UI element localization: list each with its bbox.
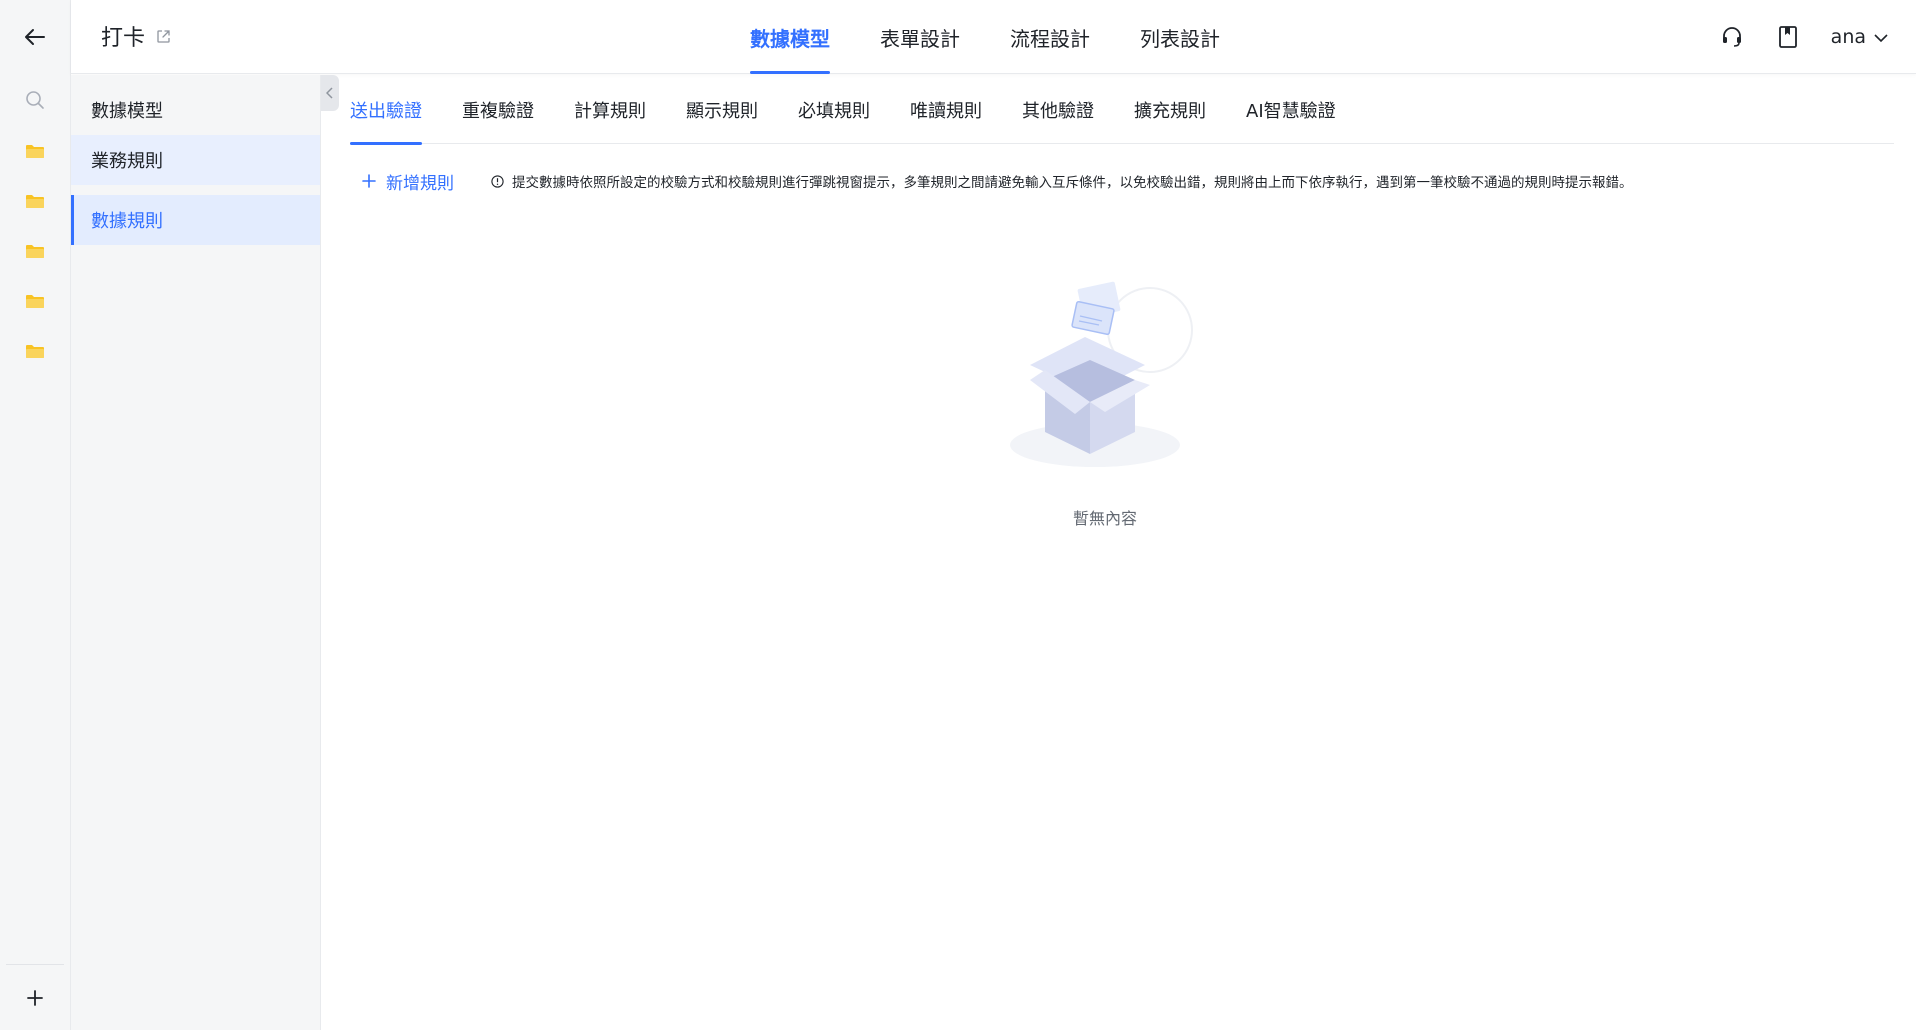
- secondary-sidebar: 數據模型 業務規則 數據規則: [71, 75, 321, 1030]
- tab-extension-rules[interactable]: 擴充規則: [1134, 75, 1206, 144]
- folder-icon[interactable]: [25, 343, 45, 359]
- user-menu[interactable]: ana: [1831, 26, 1888, 48]
- collapse-sidebar-button[interactable]: [321, 75, 339, 111]
- chevron-left-icon: [326, 87, 333, 99]
- rail-divider: [6, 964, 64, 965]
- folder-icon[interactable]: [25, 293, 45, 309]
- info-icon: [490, 174, 504, 188]
- search-icon[interactable]: [23, 88, 47, 112]
- tab-form-design[interactable]: 表單設計: [880, 0, 960, 74]
- tab-calculation-rules[interactable]: 計算規則: [574, 75, 646, 144]
- empty-box-illustration: [1010, 281, 1193, 467]
- tab-required-rules[interactable]: 必填規則: [798, 75, 870, 144]
- hint-message: 提交數據時依照所設定的校驗方式和校驗規則進行彈跳視窗提示，多筆規則之間請避免輸入…: [512, 175, 1633, 191]
- add-rule-label: 新增規則: [386, 173, 454, 194]
- folder-icon[interactable]: [25, 243, 45, 259]
- tab-submit-validation[interactable]: 送出驗證: [350, 75, 422, 145]
- tab-duplicate-validation[interactable]: 重複驗證: [462, 75, 534, 144]
- rule-tabs: 送出驗證 重複驗證 計算規則 顯示規則 必填規則 唯讀規則 其他驗證 擴充規則 …: [350, 75, 1894, 145]
- sidebar-item-data-rules[interactable]: 數據規則: [71, 195, 320, 245]
- header-actions: ana: [1719, 22, 1888, 52]
- icon-rail: [0, 0, 71, 1030]
- app-title-text: 打卡: [101, 26, 146, 51]
- tab-list-design[interactable]: 列表設計: [1140, 0, 1220, 74]
- plus-icon: [362, 171, 376, 191]
- external-link-icon[interactable]: [155, 28, 171, 44]
- hint-text: 提交數據時依照所設定的校驗方式和校驗規則進行彈跳視窗提示，多筆規則之間請避免輸入…: [490, 171, 1633, 191]
- folder-icon[interactable]: [25, 193, 45, 209]
- sidebar-item-data-model[interactable]: 數據模型: [71, 85, 320, 135]
- top-header: 打卡 數據模型 表單設計 流程設計 列表設計 ana: [71, 0, 1916, 74]
- main-content: 送出驗證 重複驗證 計算規則 顯示規則 必填規則 唯讀規則 其他驗證 擴充規則 …: [350, 75, 1894, 1030]
- chevron-down-icon: [1874, 26, 1888, 48]
- add-rule-button[interactable]: 新增規則: [362, 169, 454, 194]
- sidebar-item-business-rules[interactable]: 業務規則: [71, 135, 320, 185]
- book-icon[interactable]: [1775, 24, 1801, 50]
- headset-support-icon[interactable]: [1719, 24, 1745, 50]
- tab-ai-validation[interactable]: AI智慧驗證: [1246, 75, 1336, 144]
- empty-state: 暫無內容: [995, 275, 1215, 529]
- app-title: 打卡: [101, 20, 171, 52]
- tab-display-rules[interactable]: 顯示規則: [686, 75, 758, 144]
- tab-data-model[interactable]: 數據模型: [750, 0, 830, 74]
- folder-icon[interactable]: [25, 143, 45, 159]
- add-icon[interactable]: [21, 984, 49, 1012]
- back-arrow-icon[interactable]: [20, 22, 50, 52]
- tab-flow-design[interactable]: 流程設計: [1010, 0, 1090, 74]
- empty-text: 暫無內容: [1072, 509, 1137, 528]
- tab-other-validation[interactable]: 其他驗證: [1022, 75, 1094, 144]
- tab-readonly-rules[interactable]: 唯讀規則: [910, 75, 982, 144]
- top-nav: 數據模型 表單設計 流程設計 列表設計: [750, 0, 1270, 74]
- toolbar: 新增規則 提交數據時依照所設定的校驗方式和校驗規則進行彈跳視窗提示，多筆規則之間…: [362, 165, 1894, 197]
- user-name: ana: [1830, 26, 1866, 48]
